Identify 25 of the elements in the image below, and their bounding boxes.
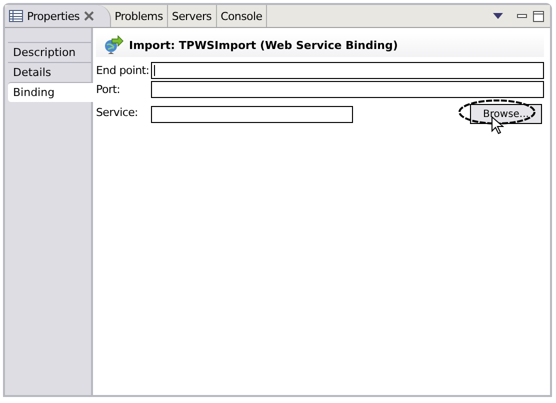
text-field[interactable] xyxy=(151,62,544,79)
table-icon xyxy=(9,10,23,22)
section-title: Import: TPWSImport (Web Service Binding) xyxy=(129,38,398,52)
view-tab[interactable]: Servers xyxy=(168,5,217,27)
sidebar-tab[interactable]: Description xyxy=(8,42,91,62)
text-field[interactable] xyxy=(151,106,353,122)
view-tab[interactable]: Properties xyxy=(5,5,111,27)
browse-button[interactable]: Browse... xyxy=(470,104,542,124)
view-tab[interactable]: Console xyxy=(216,5,268,27)
minimize-icon[interactable] xyxy=(517,14,527,18)
pointer-icon xyxy=(491,116,504,135)
tab-label: Servers xyxy=(172,10,212,22)
sidebar-tab[interactable]: Binding xyxy=(8,82,93,102)
field-label: End point: xyxy=(96,64,150,77)
close-icon[interactable] xyxy=(84,11,94,21)
view-menu-icon[interactable] xyxy=(493,13,503,19)
tab-label: Problems xyxy=(114,10,163,22)
tab-label: Properties xyxy=(27,10,80,22)
field-label: Service: xyxy=(96,106,139,118)
text-field[interactable] xyxy=(151,81,544,98)
globe-arrow-icon xyxy=(104,35,124,55)
maximize-icon[interactable] xyxy=(533,10,544,22)
field-label: Port: xyxy=(96,83,122,96)
view-tab[interactable]: Problems xyxy=(110,5,168,27)
tab-label: Console xyxy=(220,10,262,22)
